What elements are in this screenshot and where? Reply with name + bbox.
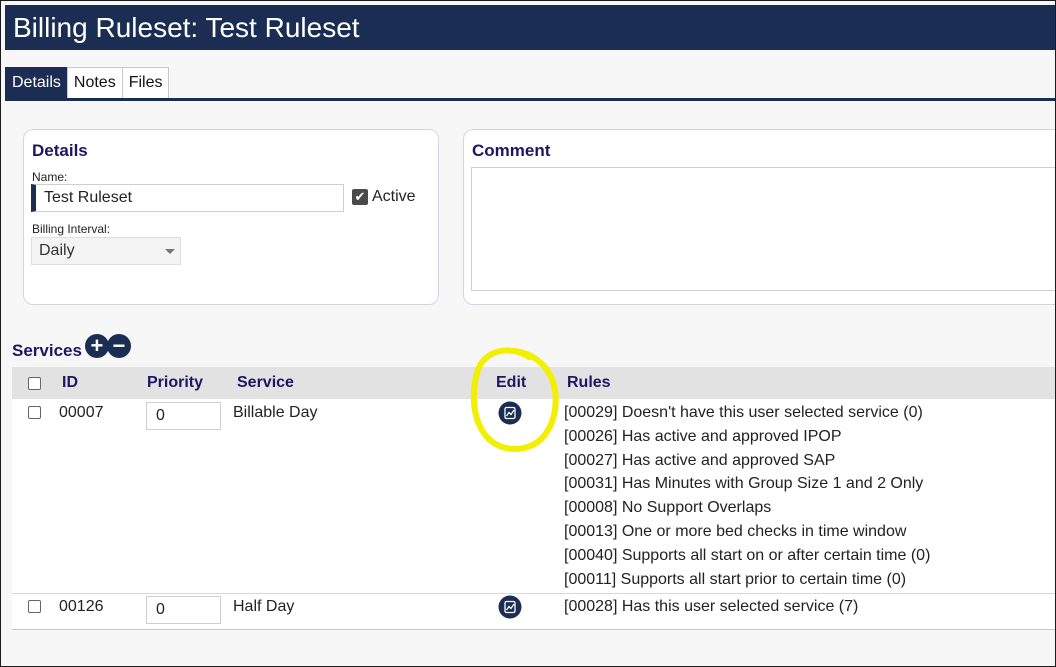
table-header: ID Priority Service Edit Rules bbox=[12, 367, 1055, 399]
comment-panel: Comment bbox=[463, 129, 1055, 305]
tab-files[interactable]: Files bbox=[121, 67, 170, 98]
services-header: Services + − bbox=[12, 331, 131, 361]
rule-item: [00026] Has active and approved IPOP bbox=[564, 427, 842, 445]
row-rules: [00029] Doesn't have this user selected … bbox=[564, 401, 930, 591]
column-header-edit: Edit bbox=[496, 374, 527, 391]
column-header-service[interactable]: Service bbox=[237, 374, 294, 392]
title-bar: Billing Ruleset: Test Ruleset bbox=[5, 5, 1055, 50]
name-input[interactable] bbox=[31, 184, 344, 212]
row-id: 00007 bbox=[59, 404, 104, 421]
billing-interval-value: Daily bbox=[39, 242, 75, 259]
row-rules: [00028] Has this user selected service (… bbox=[564, 595, 858, 619]
tab-underline bbox=[5, 98, 1055, 101]
tab-bar: Details Notes Files bbox=[5, 67, 170, 99]
row-checkbox[interactable] bbox=[28, 406, 41, 419]
edit-chart-icon[interactable] bbox=[498, 401, 522, 425]
minus-circle-icon[interactable]: − bbox=[106, 334, 131, 358]
select-all-checkbox[interactable] bbox=[28, 377, 41, 390]
tab-details[interactable]: Details bbox=[5, 67, 68, 98]
comment-textarea[interactable] bbox=[471, 167, 1055, 291]
page-title: Billing Ruleset: Test Ruleset bbox=[13, 12, 360, 43]
rule-item: [00028] Has this user selected service (… bbox=[564, 598, 859, 615]
services-heading: Services bbox=[12, 341, 82, 360]
rule-item: [00011] Supports all start prior to cert… bbox=[564, 570, 907, 588]
plus-circle-icon[interactable]: + bbox=[84, 334, 109, 358]
app-frame: Billing Ruleset: Test Ruleset Details No… bbox=[0, 0, 1056, 667]
priority-input[interactable] bbox=[146, 596, 221, 624]
column-header-rules[interactable]: Rules bbox=[567, 374, 611, 392]
rule-item: [00040] Supports all start on or after c… bbox=[564, 546, 931, 564]
active-label: Active bbox=[372, 188, 416, 205]
row-divider bbox=[12, 593, 1055, 594]
column-header-id[interactable]: ID bbox=[62, 374, 78, 392]
name-label: Name: bbox=[32, 170, 68, 184]
services-table: ID Priority Service Edit Rules 00007 Bil… bbox=[12, 367, 1055, 630]
caret-down-icon bbox=[165, 249, 175, 254]
comment-heading: Comment bbox=[472, 141, 551, 160]
details-panel: Details Name: ✔ Active Billing Interval:… bbox=[23, 129, 439, 305]
column-header-priority[interactable]: Priority bbox=[147, 374, 203, 392]
rule-item: [00031] Has Minutes with Group Size 1 an… bbox=[564, 475, 924, 493]
priority-input[interactable] bbox=[146, 402, 221, 430]
checkmark-icon[interactable]: ✔ bbox=[352, 189, 368, 205]
active-checkbox[interactable]: ✔ Active bbox=[352, 188, 416, 206]
tab-notes[interactable]: Notes bbox=[66, 67, 123, 98]
row-id: 00126 bbox=[59, 598, 104, 615]
rule-item: [00029] Doesn't have this user selected … bbox=[564, 404, 923, 421]
rule-item: [00027] Has active and approved SAP bbox=[564, 451, 836, 469]
row-service: Half Day bbox=[233, 598, 295, 615]
rule-item: [00013] One or more bed checks in time w… bbox=[564, 522, 907, 540]
edit-chart-icon[interactable] bbox=[498, 595, 522, 619]
rule-item: [00008] No Support Overlaps bbox=[564, 499, 772, 517]
row-checkbox[interactable] bbox=[28, 600, 41, 613]
details-heading: Details bbox=[32, 141, 88, 160]
billing-interval-select[interactable]: Daily bbox=[31, 237, 181, 265]
billing-interval-label: Billing Interval: bbox=[32, 222, 111, 236]
row-service: Billable Day bbox=[233, 404, 318, 421]
